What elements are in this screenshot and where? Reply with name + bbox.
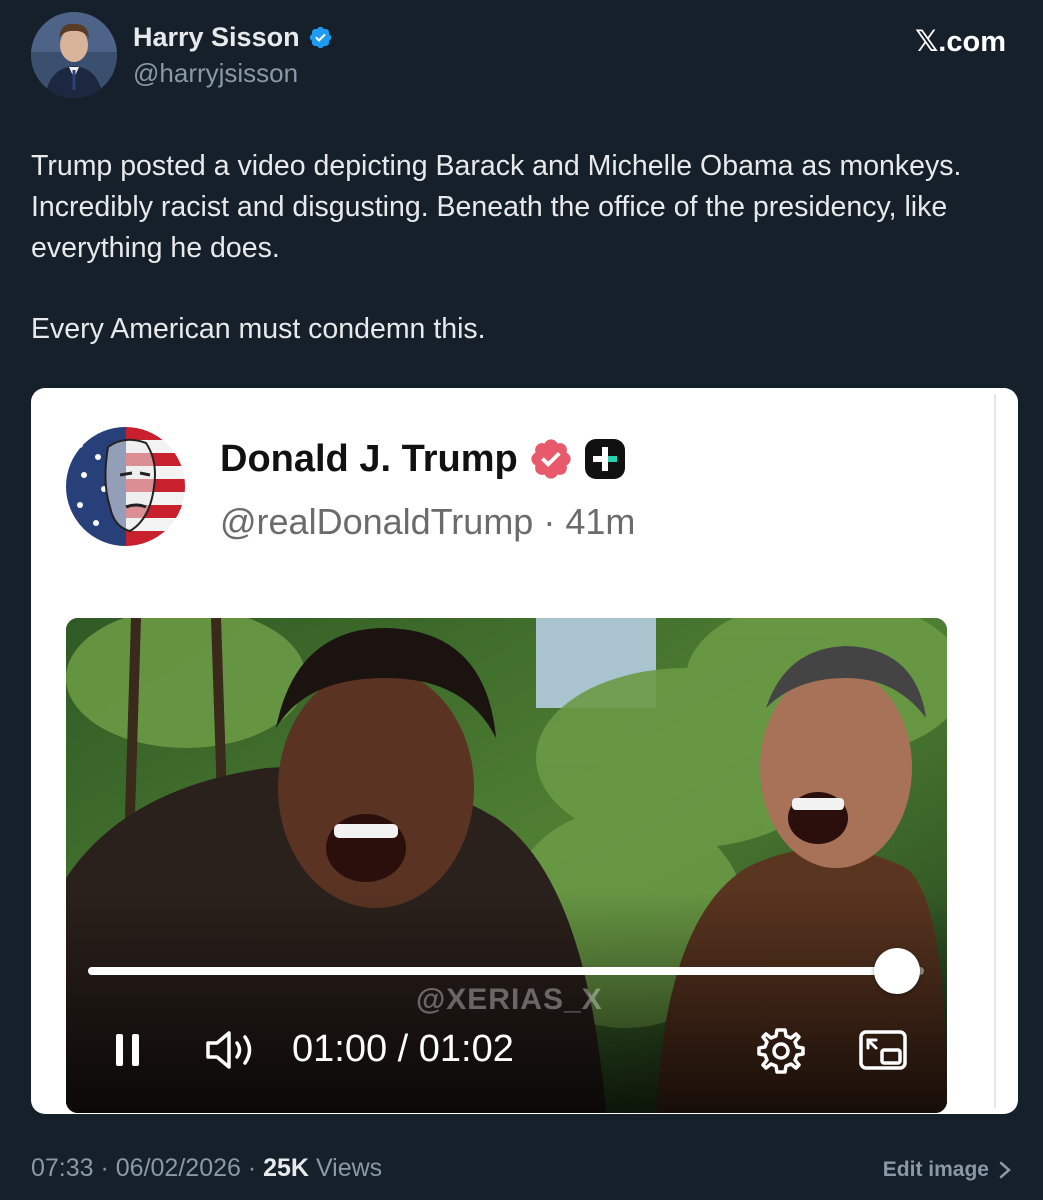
tweet-text: Trump posted a video depicting Barack an… xyxy=(31,146,1011,350)
embedded-post-image[interactable]: Donald J. Trump @realDonaldTrump · 41m @… xyxy=(31,388,1018,1114)
scrollbar xyxy=(994,394,996,1108)
edit-image-button[interactable]: Edit image xyxy=(883,1158,1011,1182)
verified-badge-icon xyxy=(531,439,571,479)
author-avatar[interactable] xyxy=(31,12,117,98)
edit-image-label: Edit image xyxy=(882,1158,989,1181)
views-count: 25K xyxy=(263,1154,309,1182)
embedded-author-handle: @realDonaldTrump · 41m xyxy=(220,501,636,542)
pause-icon[interactable] xyxy=(112,1030,144,1070)
video-player[interactable]: @XERIAS_X 01:00 / 01:02 xyxy=(66,618,947,1113)
site-label: 𝕏.com xyxy=(914,26,1006,58)
author-handle[interactable]: @harryjsisson xyxy=(133,58,298,89)
video-progress-fill xyxy=(88,967,898,975)
tweet-paragraph: Trump posted a video depicting Barack an… xyxy=(31,150,962,264)
settings-icon[interactable] xyxy=(756,1026,806,1076)
verified-badge-icon xyxy=(309,26,331,49)
truth-plus-icon xyxy=(584,439,625,479)
tweet-metadata: 07:33 · 06/02/2026 · 25K Views xyxy=(31,1154,382,1183)
tweet-timestamp[interactable]: 07:33 · 06/02/2026 · xyxy=(31,1154,263,1182)
video-scrubber-handle[interactable] xyxy=(874,948,921,994)
video-time-readout: 01:00 / 01:02 xyxy=(292,1028,514,1070)
video-progress-bar[interactable] xyxy=(88,948,924,994)
tweet-paragraph: Every American must condemn this. xyxy=(31,313,486,345)
embedded-author-avatar xyxy=(66,427,185,546)
views-label: Views xyxy=(309,1154,383,1182)
volume-icon[interactable] xyxy=(204,1028,260,1072)
chevron-right-icon xyxy=(999,1161,1011,1179)
video-watermark: @XERIAS_X xyxy=(416,983,603,1016)
embedded-author-name: Donald J. Trump xyxy=(220,436,626,482)
author-name[interactable]: Harry Sisson xyxy=(133,22,333,53)
pip-icon[interactable] xyxy=(858,1028,908,1074)
